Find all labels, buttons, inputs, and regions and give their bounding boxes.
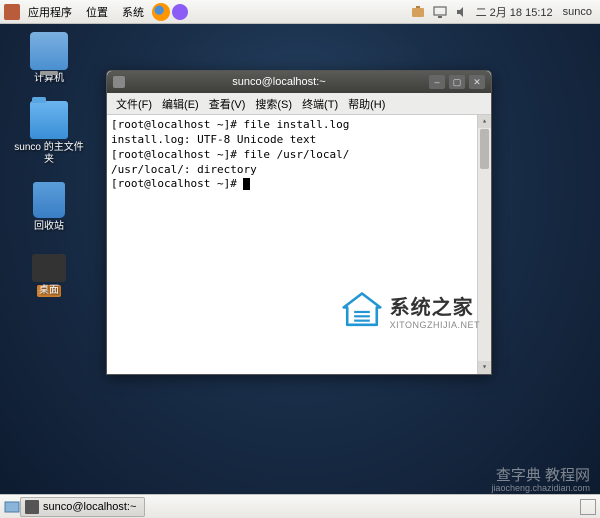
scrollbar[interactable]: ▴ ▾ (477, 115, 491, 374)
home-folder-icon[interactable]: sunco 的主文件夹 (14, 101, 84, 166)
tweaks-icon-img (32, 254, 66, 282)
home-folder-label: sunco 的主文件夹 (14, 142, 84, 166)
show-desktop-icon[interactable] (4, 499, 20, 515)
titlebar[interactable]: sunco@localhost:~ – ▢ ✕ (107, 71, 491, 93)
desktop-icons: 计算机 sunco 的主文件夹 回收站 桌面 (14, 32, 84, 297)
scroll-thumb[interactable] (480, 129, 489, 169)
display-icon[interactable] (432, 4, 448, 20)
workspace-switcher[interactable] (580, 499, 596, 515)
watermark-sub: XITONGZHIJIA.NET (390, 320, 480, 330)
firefox-icon[interactable] (152, 3, 170, 21)
pidgin-icon[interactable] (172, 4, 188, 20)
distributor-logo-icon[interactable] (4, 4, 20, 20)
house-logo-icon (340, 290, 384, 330)
watermark-main: 系统之家 (390, 291, 480, 320)
trash-label: 回收站 (34, 221, 64, 233)
cursor-icon (243, 178, 250, 190)
taskbar-terminal-button[interactable]: sunco@localhost:~ (20, 497, 145, 517)
folder-icon-img (30, 101, 68, 139)
watermark-corner: 查字典 教程网 jiaocheng.chazidian.com (491, 468, 590, 494)
top-panel: 应用程序 位置 系统 二 2月 18 15:12 sunco (0, 0, 600, 24)
minimize-button[interactable]: – (429, 75, 445, 89)
tweaks-icon[interactable]: 桌面 (14, 249, 84, 297)
trash-icon[interactable]: 回收站 (14, 182, 84, 233)
menu-search[interactable]: 搜索(S) (250, 94, 297, 114)
computer-icon[interactable]: 计算机 (14, 32, 84, 85)
menu-file[interactable]: 文件(F) (111, 94, 157, 114)
terminal-titlebar-icon (113, 76, 125, 88)
clock[interactable]: 二 2月 18 15:12 (476, 4, 553, 20)
terminal-line: [root@localhost ~]# file /usr/local/ (111, 148, 349, 161)
terminal-body[interactable]: [root@localhost ~]# file install.log ins… (107, 115, 491, 374)
window-title: sunco@localhost:~ (129, 76, 429, 88)
system-menu[interactable]: 系统 (116, 2, 150, 22)
watermark-text: 系统之家 XITONGZHIJIA.NET (390, 291, 480, 330)
close-button[interactable]: ✕ (469, 75, 485, 89)
panel-right: 二 2月 18 15:12 sunco (410, 4, 596, 20)
user-menu[interactable]: sunco (559, 6, 596, 18)
watermark-logo: 系统之家 XITONGZHIJIA.NET (340, 290, 480, 330)
places-menu[interactable]: 位置 (80, 2, 114, 22)
scroll-up-icon[interactable]: ▴ (478, 115, 491, 128)
terminal-line: [root@localhost ~]# (111, 177, 243, 190)
watermark2-main: 查字典 教程网 (496, 467, 590, 484)
volume-icon[interactable] (454, 4, 470, 20)
maximize-button[interactable]: ▢ (449, 75, 465, 89)
terminal-line: /usr/local/: directory (111, 163, 257, 176)
task-label: sunco@localhost:~ (43, 501, 136, 513)
menu-edit[interactable]: 编辑(E) (157, 94, 204, 114)
bottom-panel: sunco@localhost:~ (0, 494, 600, 518)
update-notifier-icon[interactable] (410, 4, 426, 20)
tweaks-label: 桌面 (37, 285, 61, 297)
terminal-line: [root@localhost ~]# file install.log (111, 118, 349, 131)
applications-menu[interactable]: 应用程序 (22, 2, 78, 22)
menu-terminal[interactable]: 终端(T) (297, 94, 343, 114)
terminal-task-icon (25, 500, 39, 514)
menubar: 文件(F) 编辑(E) 查看(V) 搜索(S) 终端(T) 帮助(H) (107, 93, 491, 115)
trash-icon-img (33, 182, 65, 218)
computer-icon-img (30, 32, 68, 70)
scroll-down-icon[interactable]: ▾ (478, 361, 491, 374)
terminal-line: install.log: UTF-8 Unicode text (111, 133, 316, 146)
menu-help[interactable]: 帮助(H) (343, 94, 390, 114)
watermark2-sub: jiaocheng.chazidian.com (491, 484, 590, 494)
menu-view[interactable]: 查看(V) (204, 94, 251, 114)
panel-left: 应用程序 位置 系统 (4, 2, 188, 22)
window-controls: – ▢ ✕ (429, 75, 485, 89)
